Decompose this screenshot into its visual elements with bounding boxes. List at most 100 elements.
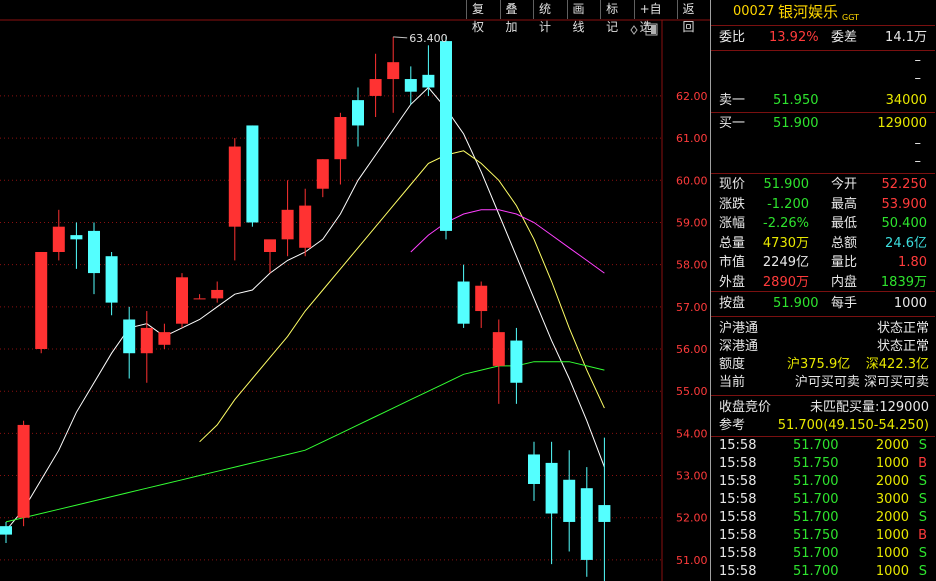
quote-row: 涨跌 -1.200 最高 53.900 <box>711 196 935 214</box>
stock-title: 00027 银河娱乐 GGT <box>711 2 935 22</box>
weibi-row: 委比 13.92% 委差 14.1万 <box>711 29 935 47</box>
buy2-vol: – <box>914 136 922 151</box>
y-tick-label: 55.00 <box>676 385 708 398</box>
toolbar-biaoji-button[interactable]: 标记 <box>600 0 634 34</box>
divider <box>711 173 935 174</box>
kline-chart[interactable]: 62.00 61.00 60.00 59.00 58.00 57.00 56.00 55.00… <box>0 0 710 581</box>
y-tick-label: 59.00 <box>676 216 708 229</box>
quote-row: 总量 4730万 总额 24.6亿 <box>711 235 935 253</box>
weibi-label: 委比 <box>719 30 746 45</box>
candle <box>352 87 364 147</box>
quote-panel: 00027 银河娱乐 GGT 委比 13.92% 委差 14.1万 – – 卖一… <box>710 0 936 581</box>
tick-row: 15:58 51.700 2000 S <box>711 437 935 455</box>
tick-row: 15:58 51.700 2000 S <box>711 509 935 527</box>
dangqian-row: 当前 沪可买可卖 深可买可卖 <box>711 374 935 392</box>
candle-body <box>369 79 382 96</box>
tick-row: 15:58 51.700 3000 S <box>711 491 935 509</box>
y-tick-label: 62.00 <box>676 90 708 103</box>
tick-row: 15:58 51.700 2000 S <box>711 473 935 491</box>
candle-body <box>510 340 523 383</box>
buy1-row[interactable]: 买一 51.900 129000 <box>711 115 935 133</box>
quote-label: 市值 <box>719 255 746 270</box>
tick-row: 15:58 51.750 1000 B <box>711 527 935 545</box>
candle <box>299 188 312 257</box>
quote-label: 现价 <box>719 177 746 192</box>
candle-body <box>545 462 558 514</box>
tick-volume: 2000 <box>875 438 909 453</box>
sell1-row[interactable]: 卖一 51.950 34000 <box>711 92 935 110</box>
candle <box>510 327 523 404</box>
candle-body <box>211 289 224 299</box>
y-tick-label: 61.00 <box>676 132 708 145</box>
edu-hu: 沪375.9亿 <box>787 357 851 372</box>
candle-body <box>352 100 364 126</box>
candle <box>334 112 347 185</box>
candle <box>440 36 452 240</box>
candle <box>563 450 576 552</box>
chart-toolbar: 复权 叠加 统计 画线 标记 +自选 返回 <box>466 0 711 34</box>
tick-price: 51.700 <box>793 474 839 489</box>
sell1-price: 51.950 <box>773 93 819 108</box>
candle-body <box>105 256 118 303</box>
buy1-label: 买一 <box>719 116 746 131</box>
sell4-vol: – <box>914 71 922 86</box>
meishou-value: 1000 <box>893 296 927 311</box>
tick-volume: 3000 <box>875 492 909 507</box>
candle-body <box>17 424 30 518</box>
candle <box>264 239 276 274</box>
tick-price: 51.700 <box>793 438 839 453</box>
ma-line <box>199 150 605 443</box>
candle-body <box>246 125 259 223</box>
buy3-row: – <box>711 153 935 171</box>
tick-price: 51.700 <box>793 492 839 507</box>
quote-value: 24.6亿 <box>885 235 927 251</box>
divider <box>711 291 935 292</box>
hgt-row: 沪港通 状态正常 <box>711 320 935 338</box>
toolbar-tongji-button[interactable]: 统计 <box>533 0 567 34</box>
candle <box>528 441 540 501</box>
candle-body <box>281 209 294 240</box>
kline-chart-svg[interactable]: 62.00 61.00 60.00 59.00 58.00 57.00 56.00 55.00… <box>0 0 710 581</box>
tick-time: 15:58 <box>719 492 757 507</box>
quote-row: 现价 51.900 今开 52.250 <box>711 176 935 194</box>
candle <box>369 53 382 118</box>
candle-body <box>580 488 593 560</box>
sell1-vol: 34000 <box>885 93 927 108</box>
tick-time: 15:58 <box>719 474 757 489</box>
candle <box>246 125 259 227</box>
toolbar-back-button[interactable]: 返回 <box>676 0 711 34</box>
quote-value: 50.400 <box>881 216 928 231</box>
candle <box>580 467 593 577</box>
candle-body <box>35 251 48 350</box>
tick-time: 15:58 <box>719 438 757 453</box>
tick-volume: 2000 <box>875 474 909 489</box>
candle-body <box>176 277 188 324</box>
toolbar-add-favorite-button[interactable]: +自选 <box>633 0 677 34</box>
toolbar-fuquan-button[interactable]: 复权 <box>466 0 500 34</box>
quote-value: 1839万 <box>880 274 927 290</box>
candle <box>316 159 329 198</box>
quote-label: 最低 <box>831 216 858 231</box>
ma-line <box>410 209 605 274</box>
candle-body <box>299 205 312 248</box>
quote-label: 总量 <box>719 235 746 251</box>
tick-time: 15:58 <box>719 528 757 543</box>
toolbar-huaxian-button[interactable]: 画线 <box>566 0 601 34</box>
quote-row: 涨幅 -2.26% 最低 50.400 <box>711 215 935 233</box>
candle <box>176 273 188 328</box>
buy3-vol: – <box>914 154 922 169</box>
candle-body <box>334 117 347 160</box>
candle <box>88 222 100 295</box>
dangqian-label: 当前 <box>719 375 746 390</box>
dangqian-value: 沪可买可卖 深可买可卖 <box>794 375 929 390</box>
candle-body <box>70 235 83 240</box>
y-tick-label: 57.00 <box>676 301 708 314</box>
candle-body <box>387 62 400 80</box>
toolbar-diejia-button[interactable]: 叠加 <box>499 0 534 34</box>
edu-label: 额度 <box>719 357 746 372</box>
tick-price: 51.750 <box>793 528 839 543</box>
divider <box>711 316 935 317</box>
quote-value: 1.80 <box>898 255 927 270</box>
tick-side: S <box>918 492 927 507</box>
divider <box>711 112 935 113</box>
